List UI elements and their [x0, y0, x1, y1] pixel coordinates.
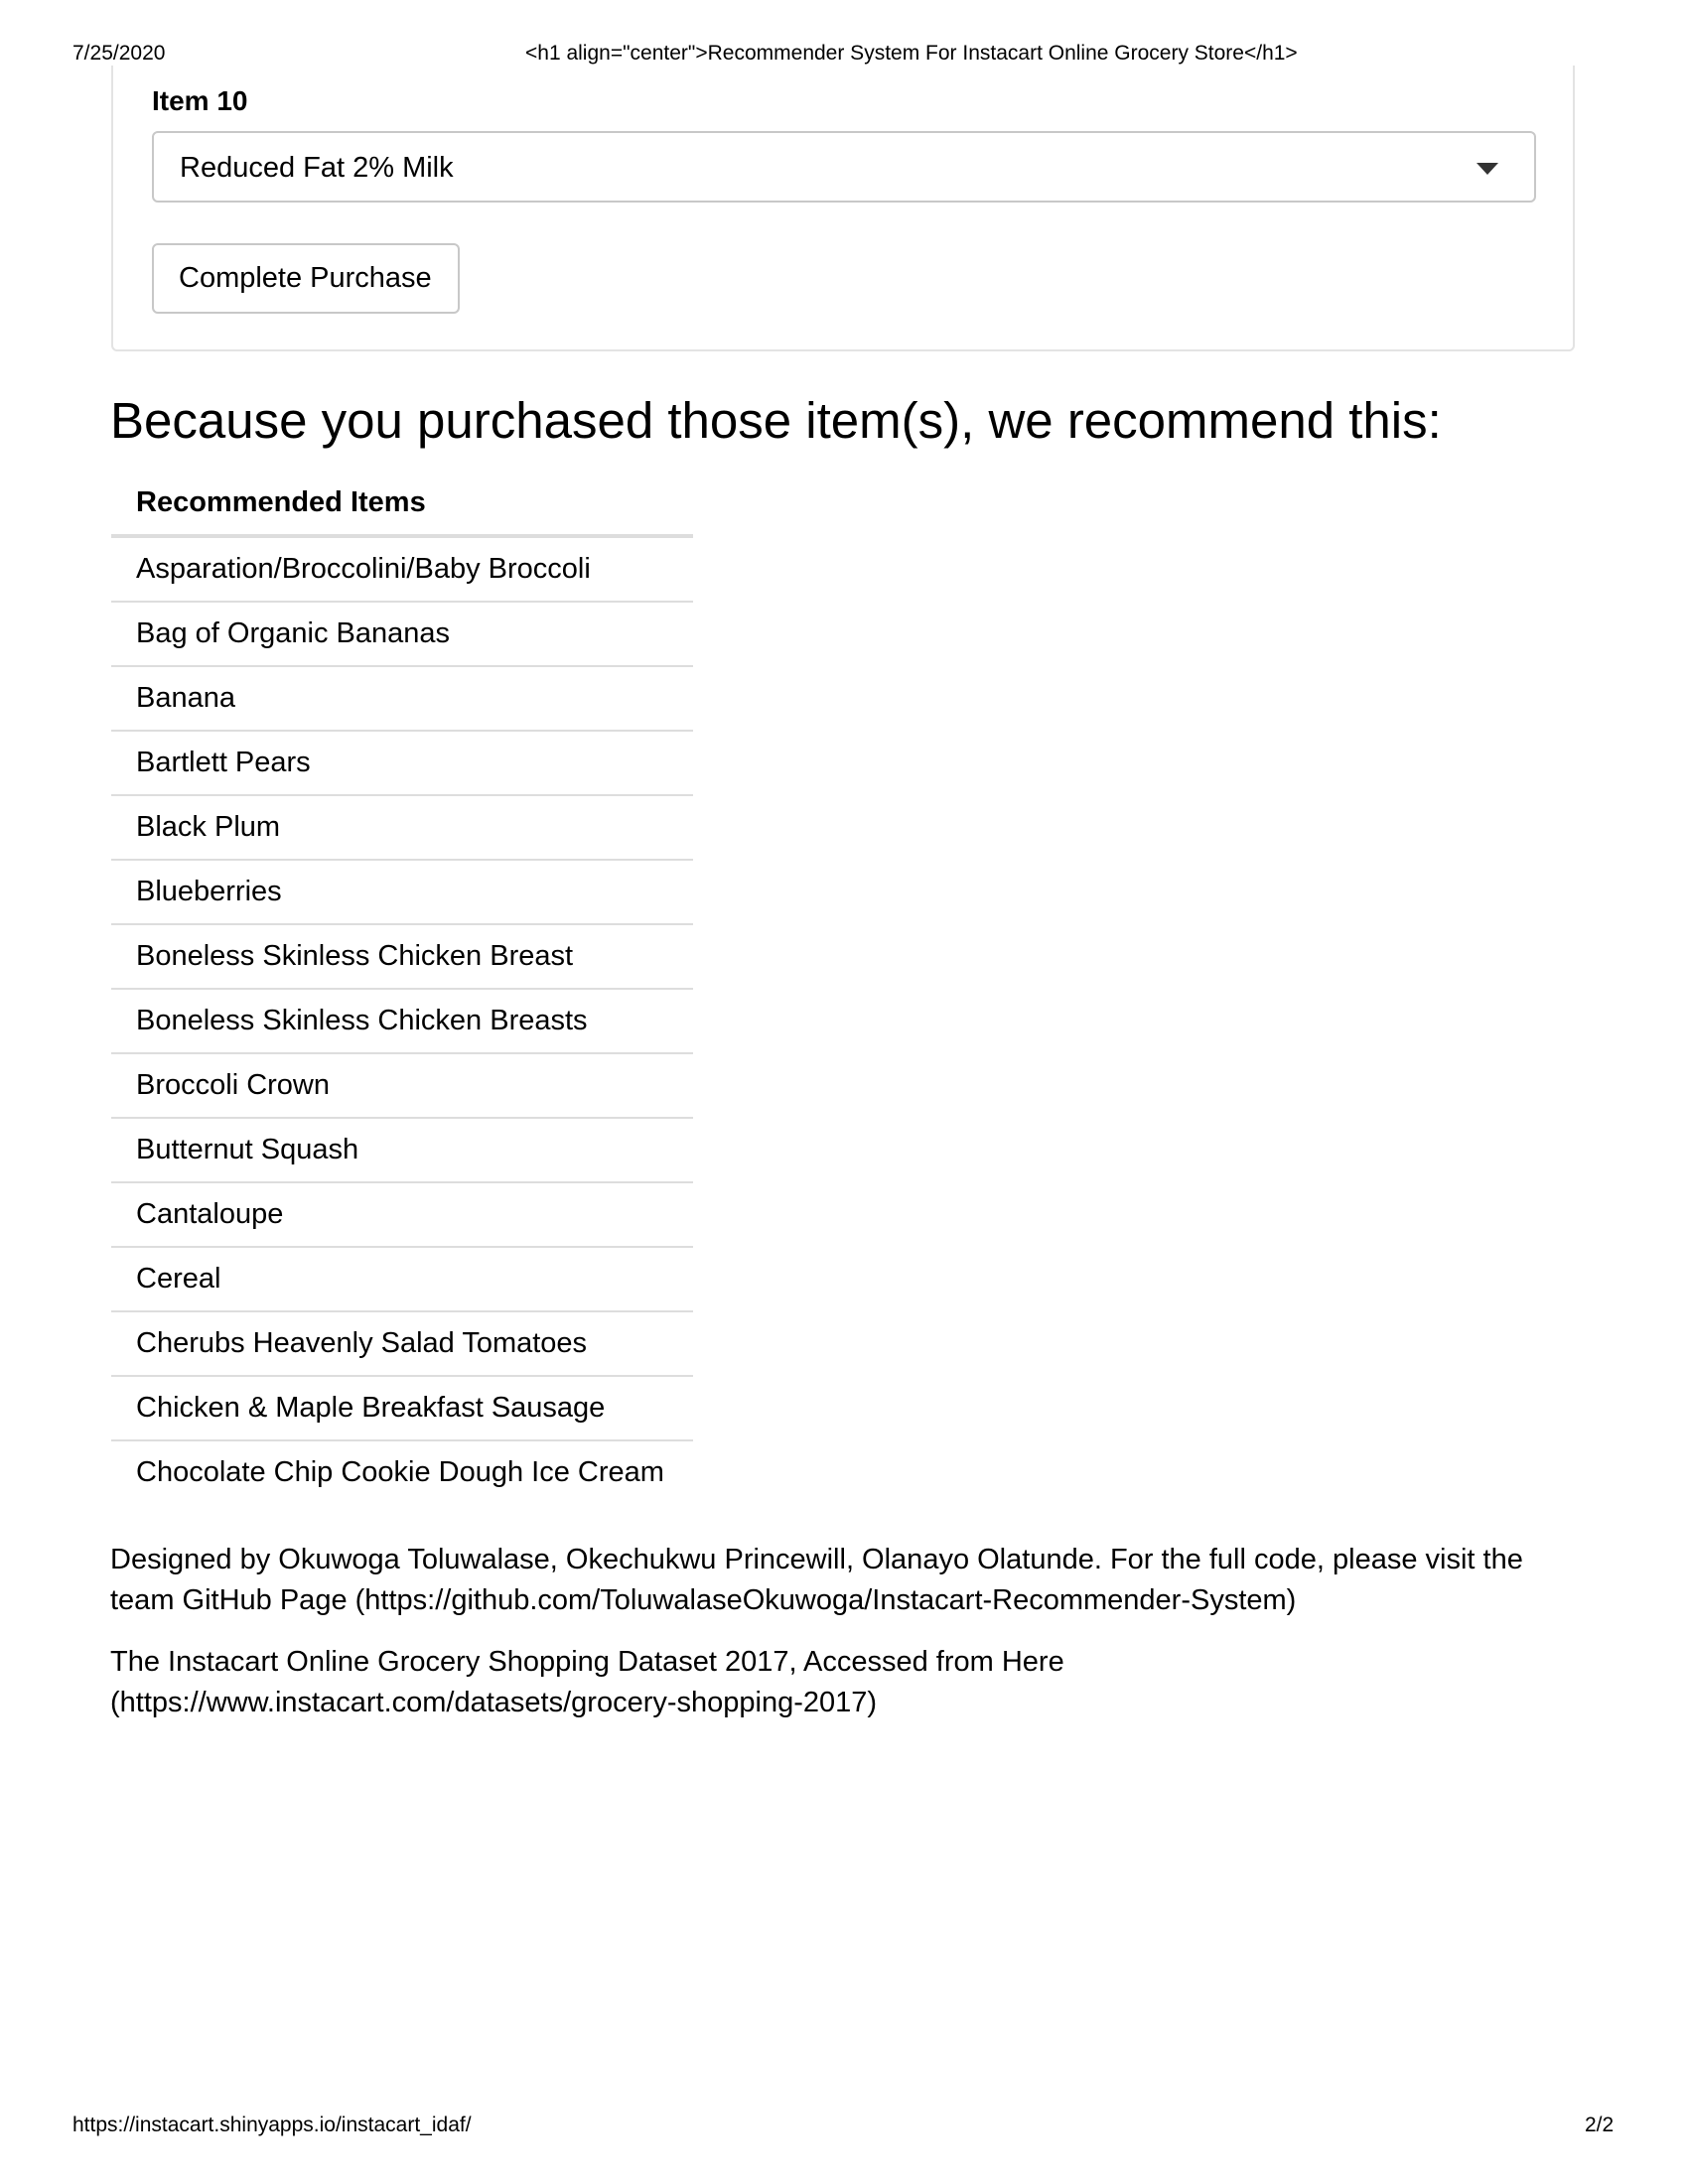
print-date: 7/25/2020 — [72, 42, 166, 65]
recommended-items-table: Recommended Items Asparation/Broccolini/… — [111, 471, 693, 1504]
recommended-item-cell: Blueberries — [111, 860, 693, 925]
recommended-item-cell: Bartlett Pears — [111, 731, 693, 796]
recommended-item-cell: Asparation/Broccolini/Baby Broccoli — [111, 536, 693, 603]
table-row: Boneless Skinless Chicken Breasts — [111, 989, 693, 1054]
table-row: Black Plum — [111, 795, 693, 861]
table-row: Cereal — [111, 1247, 693, 1312]
table-row: Asparation/Broccolini/Baby Broccoli — [111, 536, 693, 603]
table-row: Broccoli Crown — [111, 1053, 693, 1119]
dataset-source-text: The Instacart Online Grocery Shopping Da… — [110, 1646, 1064, 1718]
recommended-item-cell: Chocolate Chip Cookie Dough Ice Cream — [136, 1456, 664, 1488]
table-row: Cherubs Heavenly Salad Tomatoes — [111, 1311, 693, 1377]
table-row: Bartlett Pears — [111, 731, 693, 796]
complete-purchase-button[interactable]: Complete Purchase — [152, 243, 460, 314]
recommended-item-cell: Boneless Skinless Chicken Breasts — [111, 989, 693, 1054]
recommended-item-cell: Cantaloupe — [111, 1182, 693, 1248]
table-row: Boneless Skinless Chicken Breast — [111, 924, 693, 990]
recommended-item-cell: Butternut Squash — [111, 1118, 693, 1183]
item-10-select-value: Reduced Fat 2% Milk — [180, 152, 454, 184]
item-10-label: Item 10 — [152, 85, 248, 116]
print-url: https://instacart.shinyapps.io/instacart… — [72, 2114, 472, 2136]
recommended-item-cell: Boneless Skinless Chicken Breast — [111, 924, 693, 990]
table-row: Cantaloupe — [111, 1182, 693, 1248]
print-page-title: <h1 align="center">Recommender System Fo… — [525, 42, 1298, 65]
table-row: Banana — [111, 666, 693, 732]
table-row: Bag of Organic Bananas — [111, 602, 693, 667]
print-page-number: 2/2 — [1585, 2114, 1615, 2136]
recommended-item-cell: Banana — [111, 666, 693, 732]
recommended-item-cell: Bag of Organic Bananas — [111, 602, 693, 667]
recommended-item-cell: Black Plum — [111, 795, 693, 861]
credits-text: Designed by Okuwoga Toluwalase, Okechukw… — [110, 1544, 1523, 1616]
recommendation-heading: Because you purchased those item(s), we … — [110, 392, 1442, 449]
table-header-recommended-items: Recommended Items — [111, 471, 693, 538]
table-row: Butternut Squash — [111, 1118, 693, 1183]
recommended-item-cell: Chicken & Maple Breakfast Sausage — [111, 1376, 693, 1441]
recommended-item-cell: Cereal — [111, 1247, 693, 1312]
chevron-down-icon — [1477, 163, 1498, 175]
table-row: Chocolate Chip Cookie Dough Ice Cream — [111, 1440, 693, 1504]
table-row: Blueberries — [111, 860, 693, 925]
item-10-select[interactable]: Reduced Fat 2% Milk — [152, 131, 1536, 203]
table-row: Chicken & Maple Breakfast Sausage — [111, 1376, 693, 1441]
recommended-item-cell: Cherubs Heavenly Salad Tomatoes — [111, 1311, 693, 1377]
recommended-item-cell: Broccoli Crown — [111, 1053, 693, 1119]
